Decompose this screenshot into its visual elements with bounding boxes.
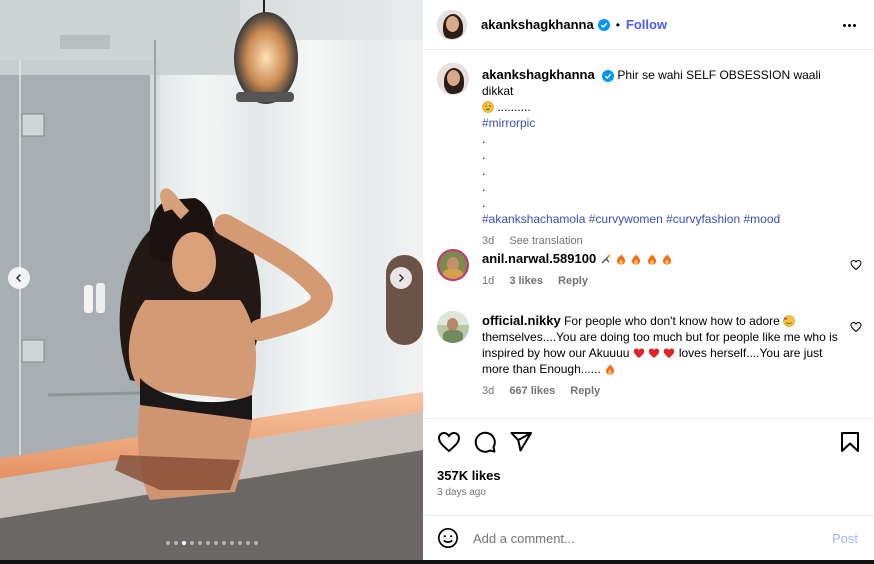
commenter-avatar[interactable] bbox=[437, 249, 469, 281]
like-comment-heart-icon[interactable] bbox=[850, 321, 862, 333]
comment-username[interactable]: official.nikky bbox=[482, 313, 561, 328]
caption-time[interactable]: 3d bbox=[482, 235, 494, 247]
red-heart-emoji-icon bbox=[648, 348, 660, 358]
add-comment-bar: Post bbox=[423, 515, 874, 560]
carousel-dot bbox=[253, 541, 258, 545]
red-heart-emoji-icon bbox=[633, 348, 644, 358]
carousel-dot bbox=[237, 541, 242, 545]
follow-button[interactable]: Follow bbox=[626, 17, 667, 32]
instagram-post-modal: akankshagkhanna • Follow akankshagkhanna… bbox=[0, 0, 874, 564]
comment-likes[interactable]: 667 likes bbox=[509, 385, 555, 397]
commenter-avatar[interactable] bbox=[437, 311, 469, 343]
save-icon[interactable] bbox=[838, 430, 862, 454]
comment-time[interactable]: 1d bbox=[482, 275, 494, 287]
carousel-indicator bbox=[0, 541, 423, 545]
separator-dot: • bbox=[615, 17, 620, 32]
comment-item: anil.narwal.589100 1d 3 likes Reply bbox=[437, 249, 862, 297]
verified-badge-icon bbox=[597, 18, 610, 31]
comment-emojis bbox=[600, 252, 673, 266]
comment-username[interactable]: anil.narwal.589100 bbox=[482, 251, 596, 266]
comment-icon[interactable] bbox=[473, 430, 497, 454]
red-heart-emoji-icon bbox=[664, 348, 675, 358]
chevron-right-icon bbox=[398, 273, 405, 283]
chevron-left-icon bbox=[15, 273, 22, 283]
caption-trailing-dots: .......... bbox=[497, 100, 531, 114]
comment-text-part-1: For people who don't know how to adore bbox=[564, 314, 780, 328]
thinking-face-emoji-icon bbox=[482, 101, 494, 113]
post-header: akankshagkhanna • Follow bbox=[423, 0, 874, 50]
see-translation-link[interactable]: See translation bbox=[509, 235, 582, 247]
comment-item: official.nikky For people who don't know… bbox=[437, 311, 862, 401]
comment-reply-button[interactable]: Reply bbox=[558, 275, 588, 287]
carousel-dot bbox=[213, 541, 218, 545]
carousel-dot bbox=[173, 541, 178, 545]
fire-emoji-icon bbox=[662, 254, 671, 265]
share-icon[interactable] bbox=[509, 430, 533, 454]
post-media[interactable] bbox=[0, 0, 423, 560]
verified-badge-icon bbox=[602, 69, 615, 82]
carousel-dot bbox=[165, 541, 170, 545]
caption-hashtags[interactable]: #akankshachamola #curvywomen #curvyfashi… bbox=[482, 212, 780, 226]
previous-photo-button[interactable] bbox=[8, 267, 30, 289]
carousel-dot bbox=[229, 541, 234, 545]
post-age[interactable]: 3 days ago bbox=[437, 487, 486, 498]
carousel-dot bbox=[245, 541, 250, 545]
heart-icon[interactable] bbox=[437, 430, 461, 454]
next-photo-button[interactable] bbox=[390, 267, 412, 289]
emoji-icon[interactable] bbox=[437, 527, 459, 549]
fire-emoji-icon bbox=[616, 254, 625, 265]
caption-dot-lines: . . . . . bbox=[482, 132, 486, 210]
author-avatar[interactable] bbox=[437, 9, 467, 40]
carousel-dot bbox=[197, 541, 202, 545]
comments-section[interactable]: akankshagkhanna Phir se wahi SELF OBSESS… bbox=[423, 51, 874, 419]
add-comment-input[interactable] bbox=[473, 530, 874, 546]
carousel-dot bbox=[181, 541, 186, 545]
caption: akankshagkhanna Phir se wahi SELF OBSESS… bbox=[437, 63, 862, 247]
comment-time[interactable]: 3d bbox=[482, 385, 494, 397]
carousel-dot bbox=[205, 541, 210, 545]
post-comment-button[interactable]: Post bbox=[832, 531, 858, 546]
more-options-icon[interactable] bbox=[840, 16, 858, 34]
fire-emoji-icon bbox=[632, 254, 641, 265]
comment-reply-button[interactable]: Reply bbox=[570, 385, 600, 397]
likes-count[interactable]: 357K likes bbox=[437, 468, 501, 483]
post-action-bar bbox=[437, 430, 862, 458]
comment-likes[interactable]: 3 likes bbox=[509, 275, 543, 287]
carousel-dot bbox=[189, 541, 194, 545]
dancer-emoji-icon bbox=[601, 254, 611, 264]
post-photo bbox=[0, 0, 423, 560]
carousel-dot bbox=[221, 541, 226, 545]
caption-username[interactable]: akankshagkhanna bbox=[482, 67, 595, 82]
fire-emoji-icon bbox=[647, 254, 656, 265]
hashtag-mirrorpic[interactable]: #mirrorpic bbox=[482, 116, 535, 130]
like-comment-heart-icon[interactable] bbox=[850, 259, 862, 271]
caption-author-avatar[interactable] bbox=[437, 63, 469, 95]
author-username[interactable]: akankshagkhanna bbox=[481, 17, 594, 32]
post-details-panel: akankshagkhanna • Follow akankshagkhanna… bbox=[423, 0, 874, 560]
smiling-hearts-emoji-icon bbox=[783, 315, 796, 327]
fire-emoji-icon bbox=[606, 364, 615, 375]
